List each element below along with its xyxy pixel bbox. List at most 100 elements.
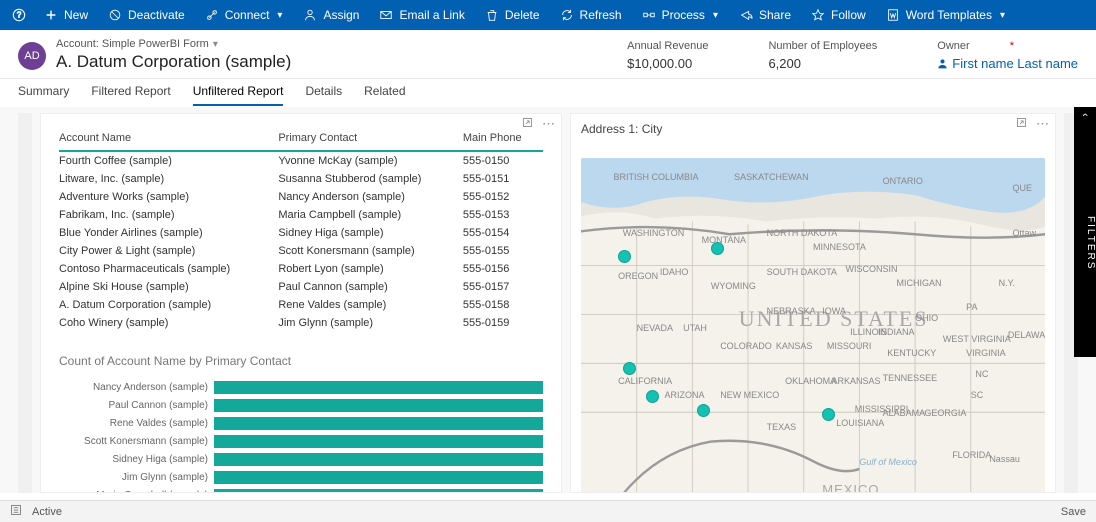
bar-row[interactable]: Paul Cannon (sample) — [59, 396, 543, 414]
cmd-label: Assign — [323, 8, 359, 22]
map-region-label: NORTH DAKOTA — [767, 228, 838, 238]
map-region-label: N.Y. — [999, 278, 1015, 288]
cmd-email-a-link[interactable]: Email a Link — [369, 0, 474, 30]
map-region-label: DELAWARE — [1008, 330, 1045, 340]
column-header[interactable]: Primary Contact — [278, 128, 463, 151]
bar-row[interactable]: Rene Valdes (sample) — [59, 414, 543, 432]
table-row[interactable]: Adventure Works (sample)Nancy Anderson (… — [59, 188, 543, 206]
map-region-label: BRITISH COLUMBIA — [613, 172, 698, 182]
table-cell: Fabrikam, Inc. (sample) — [59, 206, 278, 224]
column-header[interactable]: Account Name — [59, 128, 278, 151]
bar-label: Jim Glynn (sample) — [59, 472, 214, 483]
bar-row[interactable]: Maria Campbell (sample) — [59, 486, 543, 493]
owner-value[interactable]: First name Last name — [937, 56, 1078, 71]
table-cell: A. Datum Corporation (sample) — [59, 296, 278, 314]
popout-icon[interactable] — [521, 116, 534, 132]
table-cell: Nancy Anderson (sample) — [278, 188, 463, 206]
cmd-label: Refresh — [580, 8, 622, 22]
map-region-label: Ottaw — [1013, 228, 1037, 238]
map-data-point[interactable] — [618, 250, 631, 263]
more-icon[interactable]: ⋯ — [1036, 116, 1049, 132]
bar-row[interactable]: Scott Konersmann (sample) — [59, 432, 543, 450]
table-row[interactable]: A. Datum Corporation (sample)Rene Valdes… — [59, 296, 543, 314]
table-row[interactable]: Fourth Coffee (sample)Yvonne McKay (samp… — [59, 151, 543, 170]
delete-icon — [485, 8, 499, 22]
cmd-refresh[interactable]: Refresh — [550, 0, 632, 30]
bar-fill — [214, 381, 543, 394]
revenue-label: Annual Revenue — [627, 40, 708, 52]
map-region-label: IOWA — [822, 306, 846, 316]
more-icon[interactable]: ⋯ — [542, 116, 555, 132]
refresh-icon — [560, 8, 574, 22]
map-region-label: WYOMING — [711, 281, 756, 291]
connect-icon — [205, 8, 219, 22]
help-button[interactable]: ? — [4, 0, 34, 30]
chevron-down-icon: ▾ — [713, 10, 718, 21]
tab-unfiltered-report[interactable]: Unfiltered Report — [193, 78, 284, 106]
cmd-share[interactable]: Share — [729, 0, 801, 30]
map-country-label-mexico: MEXICO — [822, 482, 879, 493]
map-region-label: NC — [975, 369, 988, 379]
table-row[interactable]: City Power & Light (sample)Scott Konersm… — [59, 242, 543, 260]
accounts-table: Account NamePrimary ContactMain Phone Fo… — [59, 128, 543, 332]
table-cell: 555-0159 — [463, 314, 543, 332]
table-row[interactable]: Blue Yonder Airlines (sample)Sidney Higa… — [59, 224, 543, 242]
cmd-label: Delete — [505, 8, 540, 22]
map-region-label: GEORGIA — [924, 408, 966, 418]
form-selector[interactable]: Account: Simple PowerBI Form ▾ — [56, 38, 627, 50]
cmd-new[interactable]: New — [34, 0, 98, 30]
bar-fill — [214, 489, 543, 494]
map-region-label: CALIFORNIA — [618, 376, 672, 386]
process-icon — [642, 8, 656, 22]
table-row[interactable]: Coho Winery (sample)Jim Glynn (sample)55… — [59, 314, 543, 332]
filters-panel-toggle[interactable]: ‹ FILTERS — [1074, 107, 1096, 357]
header-field-revenue[interactable]: Annual Revenue $10,000.00 — [627, 40, 708, 71]
form-tabs: Summary Filtered Report Unfiltered Report D… — [0, 79, 1096, 107]
left-scrollbar[interactable] — [18, 113, 32, 493]
filters-label: FILTERS — [1085, 216, 1096, 270]
map[interactable]: UNITED STATES MEXICO Gulf of Mexico BRIT… — [571, 140, 1055, 493]
map-region-label: LOUISIANA — [836, 418, 884, 428]
employees-label: Number of Employees — [768, 40, 877, 52]
bar-row[interactable]: Jim Glynn (sample) — [59, 468, 543, 486]
cmd-follow[interactable]: Follow — [801, 0, 876, 30]
map-region-label: QUE — [1013, 183, 1033, 193]
tab-summary[interactable]: Summary — [18, 78, 69, 106]
bar-row[interactable]: Sidney Higa (sample) — [59, 450, 543, 468]
table-row[interactable]: Contoso Pharmaceuticals (sample)Robert L… — [59, 260, 543, 278]
map-region-label: FLORIDA — [952, 450, 991, 460]
bar-fill — [214, 399, 543, 412]
tab-filtered-report[interactable]: Filtered Report — [91, 78, 170, 106]
cmd-delete[interactable]: Delete — [475, 0, 550, 30]
map-region-label: VIRGINIA — [966, 348, 1006, 358]
chevron-down-icon: ▾ — [1000, 10, 1005, 21]
table-row[interactable]: Litware, Inc. (sample)Susanna Stubberod … — [59, 170, 543, 188]
cmd-word-templates[interactable]: Word Templates▾ — [876, 0, 1015, 30]
svg-text:?: ? — [17, 11, 22, 20]
map-region-label: MINNESOTA — [813, 242, 866, 252]
bar-fill — [214, 471, 543, 484]
cmd-connect[interactable]: Connect▾ — [195, 0, 293, 30]
follow-icon — [811, 8, 825, 22]
bar-label: Maria Campbell (sample) — [59, 490, 214, 494]
cmd-deactivate[interactable]: Deactivate — [98, 0, 195, 30]
word-icon — [886, 8, 900, 22]
tab-related[interactable]: Related — [364, 78, 405, 106]
header-field-owner[interactable]: Owner* First name Last name — [937, 40, 1078, 71]
map-region-label: COLORADO — [720, 341, 772, 351]
map-region-label: TENNESSEE — [883, 373, 938, 383]
header-field-employees[interactable]: Number of Employees 6,200 — [768, 40, 877, 71]
email-icon — [379, 8, 393, 22]
cmd-assign[interactable]: Assign — [293, 0, 369, 30]
table-cell: Adventure Works (sample) — [59, 188, 278, 206]
map-region-label: ONTARIO — [883, 176, 923, 186]
map-data-point[interactable] — [623, 362, 636, 375]
table-row[interactable]: Fabrikam, Inc. (sample)Maria Campbell (s… — [59, 206, 543, 224]
popout-icon[interactable] — [1015, 116, 1028, 132]
tab-details[interactable]: Details — [305, 78, 342, 106]
cmd-process[interactable]: Process▾ — [632, 0, 728, 30]
table-row[interactable]: Alpine Ski House (sample)Paul Cannon (sa… — [59, 278, 543, 296]
save-button[interactable]: Save — [1057, 506, 1086, 518]
save-label: Save — [1061, 506, 1086, 518]
bar-row[interactable]: Nancy Anderson (sample) — [59, 378, 543, 396]
